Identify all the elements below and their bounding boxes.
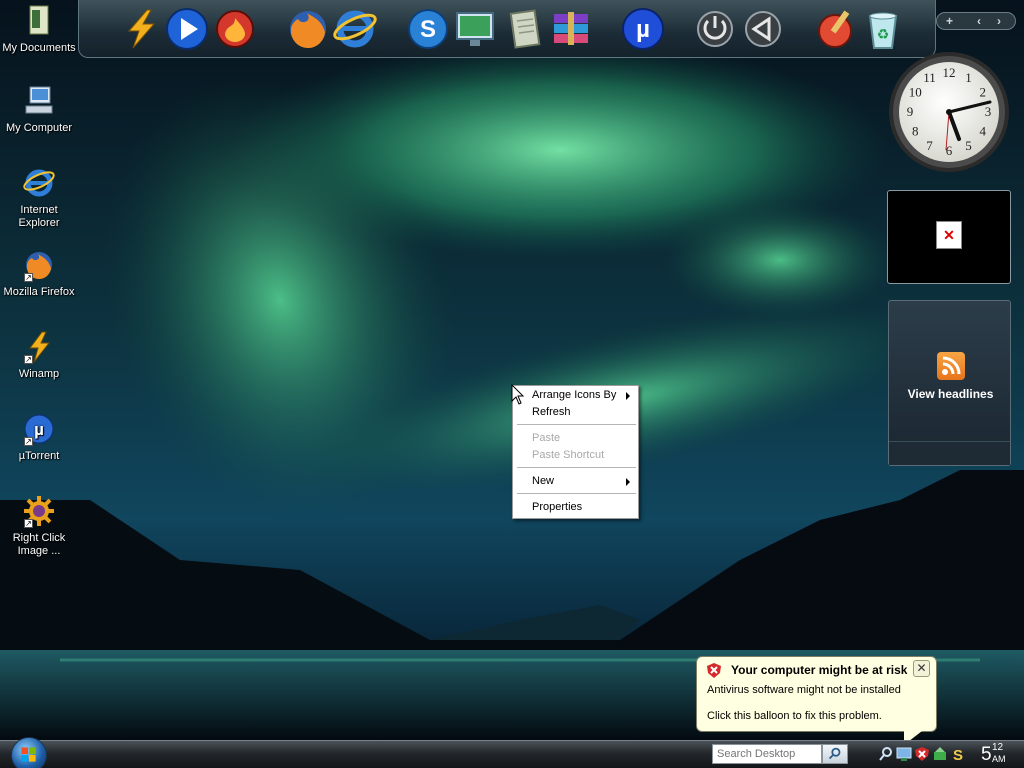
clock-number: 12 — [943, 65, 956, 80]
firefox-icon: ↗ — [22, 248, 56, 282]
dock-winrar-icon[interactable] — [548, 6, 594, 52]
dock-volume-icon[interactable] — [740, 6, 786, 52]
clock-number: 4 — [980, 124, 987, 139]
feed-gadget-footer — [889, 441, 1010, 465]
desktop-icon-utorrent[interactable]: µ ↗ µTorrent — [0, 412, 78, 463]
next-page-button[interactable]: › — [997, 14, 1001, 28]
my-documents-icon — [22, 4, 56, 38]
desktop-context-menu: Arrange Icons By Refresh Paste Paste Sho… — [512, 385, 639, 519]
shortcut-arrow-icon: ↗ — [24, 355, 33, 364]
utorrent-icon: µ ↗ — [22, 412, 56, 446]
clock-number: 8 — [912, 124, 919, 139]
mouse-cursor-icon — [511, 384, 525, 405]
internet-explorer-icon — [22, 166, 56, 200]
shortcut-arrow-icon: ↗ — [24, 437, 33, 446]
desktop-wallpaper[interactable] — [0, 0, 1024, 740]
svg-text:♻: ♻ — [877, 26, 890, 42]
balloon-action-text: Click this balloon to fix this problem. — [707, 710, 882, 722]
menu-item-arrange-icons-by[interactable]: Arrange Icons By — [514, 387, 637, 404]
taskbar-clock-ampm[interactable]: AM — [992, 754, 1006, 764]
search-icon — [828, 747, 841, 760]
menu-separator — [517, 424, 636, 425]
sidebar-controls: + ‹ › — [936, 12, 1016, 30]
slideshow-gadget[interactable]: ✕ — [887, 190, 1011, 284]
shortcut-arrow-icon: ↗ — [24, 273, 33, 282]
previous-page-button[interactable]: ‹ — [977, 14, 981, 28]
security-center-tray-icon[interactable] — [914, 746, 930, 762]
right-click-image-icon: ↗ — [22, 494, 56, 528]
clock-gadget[interactable]: 12 1234567891011 — [886, 50, 1012, 174]
taskbar: S 5 12 AM — [0, 737, 1024, 768]
dock-recycle-bin-icon[interactable]: ♻ — [860, 6, 906, 52]
winamp-icon: ↗ — [22, 330, 56, 364]
clock-number: 10 — [909, 85, 922, 100]
desktop-icon-internet-explorer[interactable]: Internet Explorer — [0, 166, 78, 230]
desktop-icon-mozilla-firefox[interactable]: ↗ Mozilla Firefox — [0, 248, 78, 299]
menu-item-paste-shortcut: Paste Shortcut — [532, 449, 605, 461]
taskbar-clock-hour[interactable]: 5 — [981, 744, 992, 766]
security-shield-icon — [707, 663, 721, 678]
dock-winamp-icon[interactable] — [117, 6, 163, 52]
balloon-close-button[interactable]: ✕ — [913, 660, 930, 677]
clock-number: 11 — [923, 70, 936, 85]
taskbar-clock-minutes[interactable]: 12 — [992, 743, 1003, 753]
menu-separator — [517, 467, 636, 468]
search-button[interactable] — [822, 744, 848, 764]
dock-power-icon[interactable] — [692, 6, 738, 52]
dock-firefox-icon[interactable] — [285, 6, 331, 52]
svg-text:µ: µ — [34, 420, 44, 439]
system-tray: S — [876, 744, 972, 766]
clock-number: 2 — [980, 85, 987, 100]
desktop-icon-my-documents[interactable]: My Documents — [0, 4, 78, 55]
shortcut-arrow-icon: ↗ — [24, 519, 33, 528]
desktop-icon-winamp[interactable]: ↗ Winamp — [0, 330, 78, 381]
menu-item-properties[interactable]: Properties — [514, 499, 637, 516]
menu-item-refresh[interactable]: Refresh — [514, 404, 637, 421]
skype-tray-icon[interactable]: S — [950, 746, 966, 762]
security-alert-balloon[interactable]: Your computer might be at risk Antivirus… — [696, 656, 937, 732]
add-gadget-button[interactable]: + — [946, 14, 953, 28]
dock-display-icon[interactable] — [452, 6, 498, 52]
search-desktop-input[interactable] — [712, 744, 822, 764]
network-tray-icon[interactable] — [896, 746, 912, 762]
submenu-arrow-icon — [626, 478, 630, 486]
dock-utorrent-icon[interactable]: µ — [620, 6, 666, 52]
balloon-title: Your computer might be at risk — [731, 663, 908, 677]
feed-headlines-gadget[interactable]: View headlines — [888, 300, 1011, 466]
clock-number: 5 — [965, 138, 972, 153]
search-tray-icon[interactable] — [878, 746, 894, 762]
clock-number: 7 — [926, 138, 933, 153]
windows-logo-icon — [21, 747, 36, 762]
my-computer-icon — [22, 84, 56, 118]
clock-number: 3 — [985, 104, 992, 119]
clock-number: 1 — [965, 70, 972, 85]
rss-icon — [937, 352, 965, 380]
dock-media-player-icon[interactable] — [164, 6, 210, 52]
dock-burn-disc-icon[interactable] — [212, 6, 258, 52]
clock-number: 9 — [907, 104, 914, 119]
svg-text:µ: µ — [636, 16, 650, 43]
start-button[interactable] — [11, 737, 47, 768]
safely-remove-tray-icon[interactable] — [932, 746, 948, 762]
desktop-icon-my-computer[interactable]: My Computer — [0, 84, 78, 135]
broken-image-icon: ✕ — [936, 221, 962, 249]
dock-notepad-icon[interactable] — [503, 6, 549, 52]
dock-paint-icon[interactable] — [813, 6, 859, 52]
view-headlines-link[interactable]: View headlines — [889, 387, 1012, 401]
menu-item-new[interactable]: New — [514, 473, 637, 490]
menu-separator — [517, 493, 636, 494]
dock-internet-explorer-icon[interactable] — [332, 6, 378, 52]
submenu-arrow-icon — [626, 392, 630, 400]
desktop-icon-right-click-image[interactable]: ↗ Right Click Image ... — [0, 494, 78, 558]
dock-skype-icon[interactable]: S — [405, 6, 451, 52]
menu-item-paste: Paste — [532, 432, 561, 444]
balloon-message: Antivirus software might not be installe… — [707, 684, 901, 696]
svg-text:S: S — [420, 16, 436, 43]
svg-text:S: S — [953, 747, 963, 762]
